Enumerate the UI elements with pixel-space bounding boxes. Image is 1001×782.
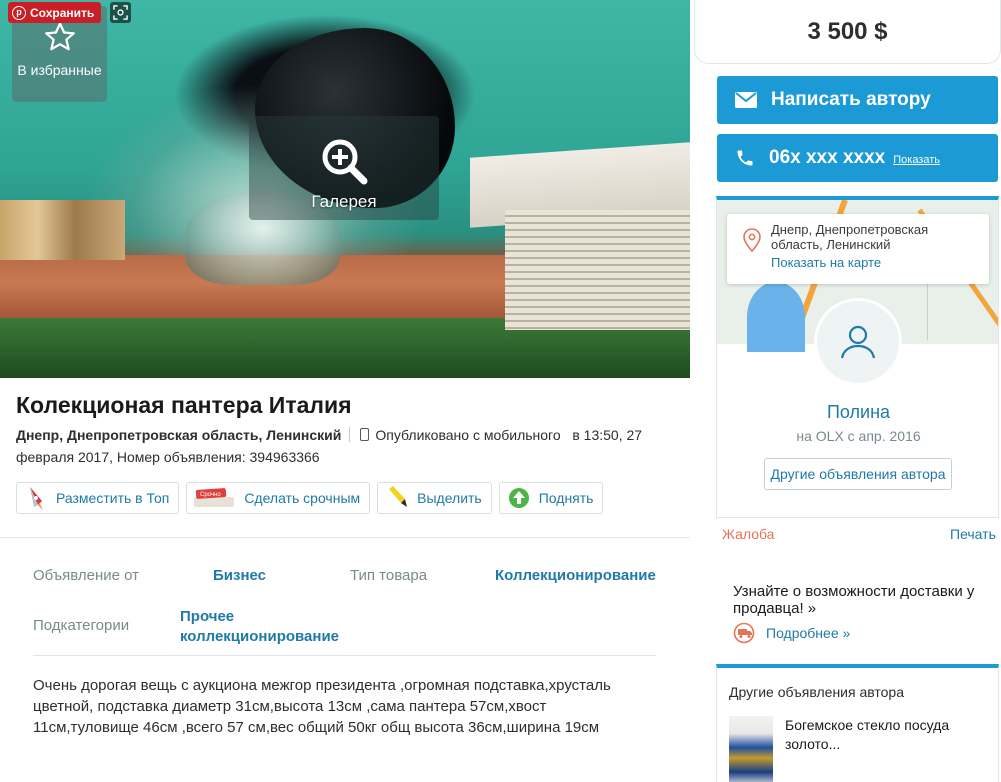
map-location-text: Днепр, Днепропетровская область, Ленинск… [771, 222, 929, 252]
star-icon [44, 22, 75, 51]
other-ads-heading: Другие объявления автора [729, 684, 905, 700]
raise-button[interactable]: Поднять [498, 482, 604, 514]
highlight-button[interactable]: Выделить [377, 482, 492, 514]
other-ad-title[interactable]: Богемское стекло посуда золото... [785, 716, 985, 754]
scan-icon [113, 5, 128, 20]
phone-button[interactable]: 06x xxx xxxx Показать [717, 134, 998, 182]
complain-link[interactable]: Жалоба [722, 526, 774, 542]
print-link[interactable]: Печать [950, 526, 996, 542]
ad-description: Очень дорогая вещь с аукциона межгор пре… [33, 677, 611, 736]
phone-number: 06x xxx xxxx [769, 147, 886, 168]
ad-location: Днепр, Днепропетровская область, Ленинск… [16, 427, 342, 443]
raise-icon [506, 485, 532, 511]
published-prefix: Опубликовано с мобильного [375, 427, 561, 443]
promote-top-label: Разместить в Топ [56, 490, 170, 506]
avatar [814, 298, 902, 386]
param-offer-from-label: Объявление от [33, 567, 140, 584]
delivery-more-label: Подробнее » [766, 625, 851, 641]
gallery-button[interactable]: Галерея [249, 116, 439, 220]
promo-actions: Разместить в Топ Срочно Сделать срочным … [16, 482, 604, 514]
gallery-label: Галерея [311, 192, 377, 211]
price: 3 500 $ [694, 0, 1001, 64]
pinterest-icon: p [12, 5, 26, 20]
photo-icons [0, 200, 125, 260]
other-ads-panel: Другие объявления автора Богемское стекл… [716, 664, 999, 782]
urgent-badge-icon: Срочно [193, 485, 237, 511]
param-subcat-line1: Прочее [180, 608, 235, 625]
highlight-label: Выделить [417, 490, 482, 506]
make-urgent-label: Сделать срочным [244, 490, 361, 506]
highlighter-icon [384, 485, 410, 511]
envelope-icon [735, 92, 757, 108]
mobile-icon [360, 428, 370, 441]
ad-title: Колекционая пантера Италия [16, 392, 352, 418]
zoom-in-icon [322, 139, 368, 185]
meta-divider [349, 427, 351, 442]
rocket-icon [23, 485, 49, 511]
promote-top-button[interactable]: Разместить в Топ [16, 482, 180, 514]
main-photo[interactable]: В избранные p Сохранить Галерея [0, 0, 690, 378]
delivery-info[interactable]: Узнайте о возможности доставки у продавц… [733, 583, 983, 617]
phone-icon [737, 150, 753, 166]
section-divider [0, 537, 690, 538]
param-subcat-value[interactable]: Прочее коллекционирование [180, 607, 339, 647]
param-subcat-line2: коллекционирование [180, 628, 340, 645]
show-on-map-link[interactable]: Показать на карте [771, 255, 979, 270]
seller-since: на OLX с апр. 2016 [796, 428, 921, 444]
raise-label: Поднять [538, 490, 594, 506]
param-offer-from-value[interactable]: Бизнес [213, 567, 266, 584]
delivery-more-link[interactable]: Подробнее » [733, 622, 850, 644]
published-time: в 13:50, 27 [572, 427, 643, 443]
pinterest-save-button[interactable]: p Сохранить [8, 2, 102, 23]
seller-card: Днепр, Днепропетровская область, Ленинск… [716, 196, 999, 518]
favorite-label: В избранные [17, 62, 102, 78]
pinterest-save-label: Сохранить [30, 5, 95, 20]
other-ads-button[interactable]: Другие объявления автора [764, 458, 952, 490]
seller-name[interactable]: Полина [717, 402, 998, 423]
param-type-label: Тип товара [350, 567, 428, 584]
visual-search-icon[interactable] [110, 2, 131, 23]
param-type-value[interactable]: Коллекционирование [495, 567, 656, 584]
published-rest: февраля 2017, Номер объявления: 39496336… [16, 449, 320, 465]
write-author-label: Написать автору [771, 89, 931, 110]
other-ad-thumbnail[interactable] [729, 716, 773, 782]
delivery-truck-icon [733, 622, 755, 644]
params-divider [33, 655, 656, 656]
location-popup: Днепр, Днепропетровская область, Ленинск… [727, 214, 989, 284]
ad-meta: Днепр, Днепропетровская область, Ленинск… [16, 424, 676, 468]
make-urgent-button[interactable]: Срочно Сделать срочным [186, 482, 371, 514]
user-icon [840, 325, 876, 359]
urgent-badge-text: Срочно [200, 492, 221, 498]
map-pin-icon [743, 228, 761, 252]
write-author-button[interactable]: Написать автору [717, 76, 998, 124]
map-water [747, 282, 805, 352]
param-subcat-label: Подкатегории [33, 617, 130, 634]
show-phone-link[interactable]: Показать [893, 154, 940, 166]
photo-books [505, 210, 690, 330]
